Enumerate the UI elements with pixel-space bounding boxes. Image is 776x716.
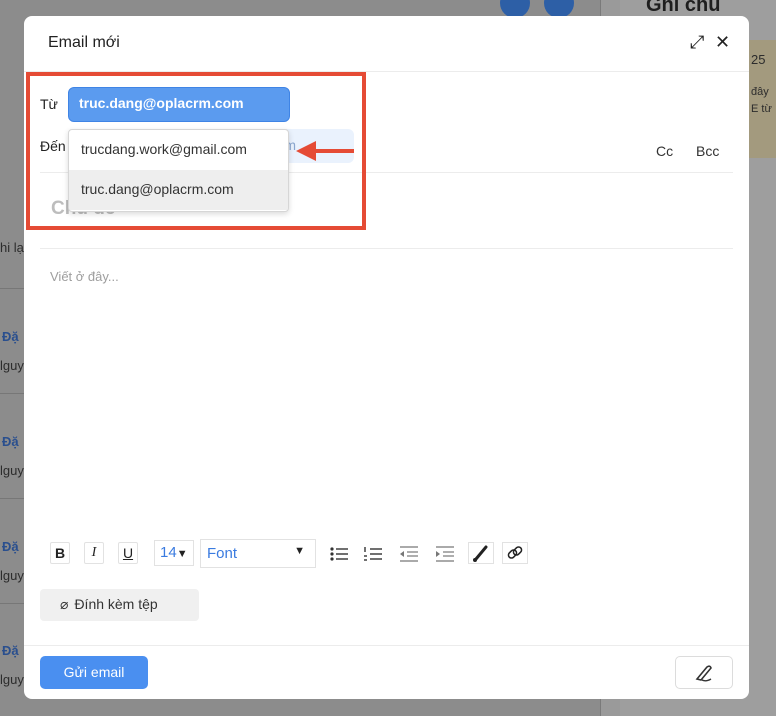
indent-icon[interactable] — [434, 544, 456, 564]
annotation-arrow-icon — [296, 141, 354, 161]
background-row-sub: lguy — [0, 358, 24, 373]
bcc-button[interactable]: Bcc — [696, 143, 719, 159]
attach-file-label: Đính kèm tệp — [74, 596, 158, 612]
bold-button[interactable]: B — [50, 542, 70, 564]
modal-header: Email mới ⤢ ✕ — [24, 16, 749, 72]
send-email-button[interactable]: Gửi email — [40, 656, 148, 689]
divider — [40, 248, 733, 249]
background-row-sub: lguy — [0, 672, 24, 687]
signature-button[interactable] — [675, 656, 733, 689]
expand-icon[interactable]: ⤢ — [690, 32, 704, 53]
caret-down-icon: ▼ — [176, 548, 188, 560]
close-icon[interactable]: ✕ — [715, 32, 730, 53]
background-row-title: Đặ — [2, 329, 19, 344]
background-row-title: Đặ — [2, 539, 19, 554]
modal-title: Email mới — [48, 34, 120, 51]
cc-button[interactable]: Cc — [656, 143, 673, 159]
new-email-modal: Email mới ⤢ ✕ Từ truc.dang@oplacrm.com Đ… — [24, 16, 749, 699]
background-row-sub: lguy — [0, 463, 24, 478]
background-row-title: Đặ — [2, 643, 19, 658]
background-divider — [0, 393, 24, 394]
background-divider — [0, 288, 24, 289]
outdent-icon[interactable] — [398, 544, 420, 564]
background-card-number: 25 — [751, 52, 766, 67]
attach-file-button[interactable]: ⌀ Đính kèm tệp — [40, 589, 199, 621]
caret-down-icon: ▼ — [294, 545, 305, 557]
brush-icon — [473, 545, 488, 562]
background-row-sub: lguy — [0, 568, 24, 583]
signature-icon — [695, 665, 712, 682]
italic-button[interactable]: I — [84, 542, 104, 564]
link-icon — [507, 546, 523, 559]
background-snippet: hi lạ — [0, 240, 24, 255]
background-row-title: Đặ — [2, 434, 19, 449]
background-divider — [0, 498, 24, 499]
background-divider — [0, 603, 24, 604]
background-panel-title: Ghi chú — [646, 0, 721, 16]
brush-button[interactable] — [468, 542, 494, 564]
body-editor[interactable]: Viết ở đây... — [50, 269, 119, 284]
font-select[interactable]: Font ▼ — [200, 539, 316, 568]
paperclip-icon: ⌀ — [60, 596, 69, 612]
bullet-list-icon[interactable] — [328, 544, 350, 564]
font-value: Font — [207, 545, 238, 562]
numbered-list-icon[interactable] — [362, 544, 384, 564]
font-size-value: 14 — [160, 544, 177, 561]
footer-divider — [24, 645, 749, 646]
font-size-select[interactable]: 14▼ — [154, 540, 194, 566]
background-card-text: đây — [751, 86, 769, 98]
underline-button[interactable]: U — [118, 542, 138, 564]
background-card-text: E từ — [751, 103, 772, 115]
link-button[interactable] — [502, 542, 528, 564]
